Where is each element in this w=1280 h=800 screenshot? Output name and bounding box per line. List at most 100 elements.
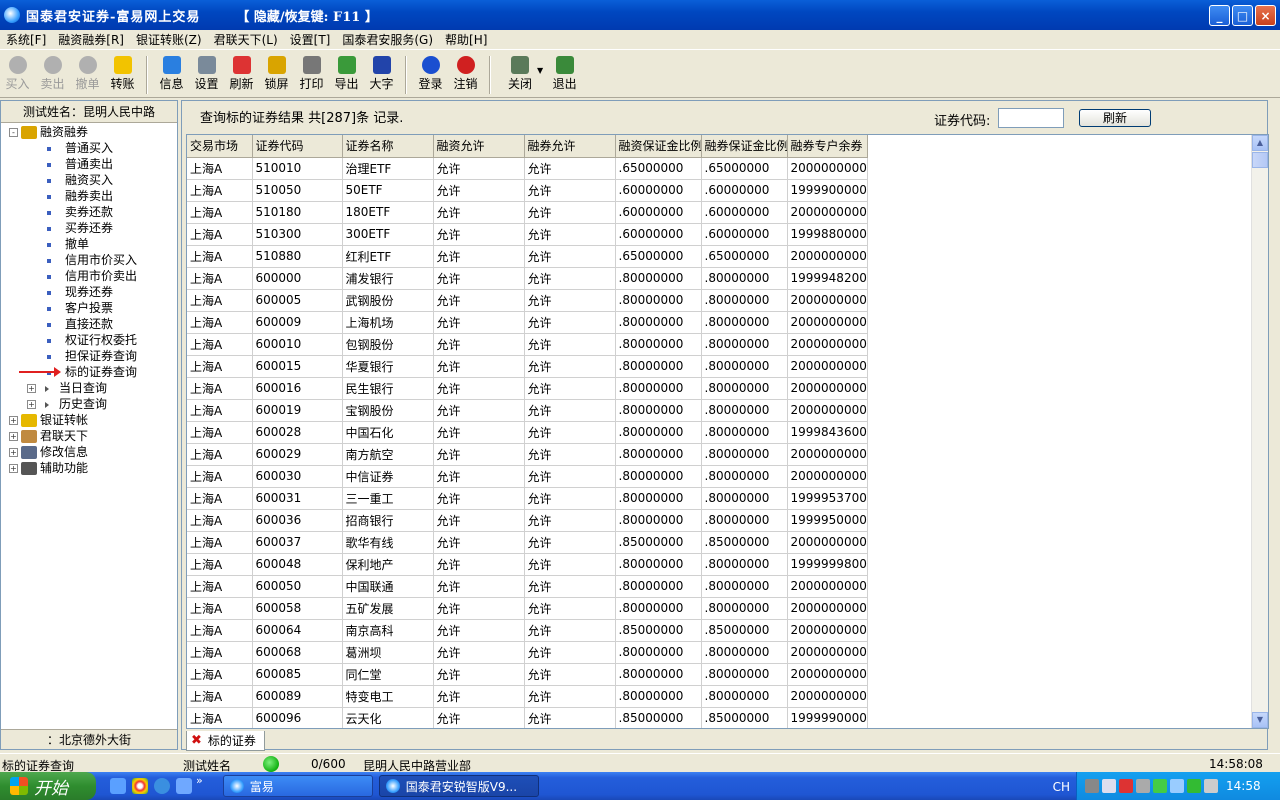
tree-item-11[interactable]: 客户投票 bbox=[1, 300, 177, 316]
table-row[interactable]: 上海A 510050 50ETF 允许 允许 .60000000.60000000 1999… bbox=[187, 179, 868, 202]
table-row[interactable]: 上海A 600050 中国联通 允许 允许 .80000000.80000000 20000… bbox=[187, 575, 868, 598]
toolbar-font-button[interactable]: 大字 bbox=[364, 56, 399, 92]
table-row[interactable]: 上海A 600019 宝钢股份 允许 允许 .80000000.80000000 20000… bbox=[187, 399, 868, 422]
tray-sync-icon[interactable] bbox=[1170, 779, 1184, 793]
table-row[interactable]: 上海A 600037 歌华有线 允许 允许 .85000000.85000000 20000… bbox=[187, 531, 868, 554]
results-grid[interactable]: 交易市场 证券代码 证券名称 融资允许 融券允许 融资保证金比例 融券保证金比例 融券专户余券… bbox=[186, 134, 1269, 729]
table-row[interactable]: 上海A 600058 五矿发展 允许 允许 .80000000.80000000 20000… bbox=[187, 597, 868, 620]
quicklaunch-shield-icon[interactable] bbox=[154, 778, 170, 794]
table-row[interactable]: 上海A 600015 华夏银行 允许 允许 .80000000.80000000 20000… bbox=[187, 355, 868, 378]
column-header[interactable]: 融券允许 bbox=[524, 135, 616, 158]
toolbar-refresh-button[interactable]: 刷新 bbox=[224, 56, 259, 92]
toolbar-print-button[interactable]: 打印 bbox=[294, 56, 329, 92]
tree-item-19[interactable]: + 君联天下 bbox=[1, 428, 177, 444]
table-row[interactable]: 上海A 510180 180ETF 允许 允许 .60000000.60000000 200… bbox=[187, 201, 868, 224]
expand-icon[interactable]: + bbox=[9, 416, 18, 425]
tree-item-3[interactable]: 融资买入 bbox=[1, 172, 177, 188]
menu-item-3[interactable]: 君联天下(L) bbox=[208, 31, 284, 48]
table-row[interactable]: 上海A 510010 治理ETF 允许 允许 .65000000.65000000 2000… bbox=[187, 157, 868, 180]
quicklaunch-app-icon[interactable] bbox=[176, 778, 192, 794]
column-header[interactable]: 证券代码 bbox=[252, 135, 343, 158]
expand-icon[interactable]: + bbox=[27, 384, 36, 393]
column-header[interactable]: 证券名称 bbox=[342, 135, 434, 158]
expand-icon[interactable]: + bbox=[27, 400, 36, 409]
tree-item-4[interactable]: 融券卖出 bbox=[1, 188, 177, 204]
task-fuyi[interactable]: 富易 bbox=[222, 775, 373, 797]
tray-speaker-icon[interactable] bbox=[1136, 779, 1150, 793]
expand-icon[interactable]: + bbox=[9, 464, 18, 473]
menu-item-1[interactable]: 融资融券[R] bbox=[52, 31, 130, 48]
scroll-down-icon[interactable]: ▼ bbox=[1252, 712, 1268, 728]
expand-icon[interactable]: + bbox=[9, 432, 18, 441]
table-row[interactable]: 上海A 600096 云天化 允许 允许 .85000000.85000000 199999… bbox=[187, 707, 868, 728]
table-row[interactable]: 上海A 600089 特变电工 允许 允许 .80000000.80000000 20000… bbox=[187, 685, 868, 708]
task-guotai[interactable]: 国泰君安锐智版V9... bbox=[378, 775, 539, 797]
table-row[interactable]: 上海A 600030 中信证券 允许 允许 .80000000.80000000 20000… bbox=[187, 465, 868, 488]
table-row[interactable]: 上海A 600028 中国石化 允许 允许 .80000000.80000000 19998… bbox=[187, 421, 868, 444]
table-row[interactable]: 上海A 510880 红利ETF 允许 允许 .65000000.65000000 2000… bbox=[187, 245, 868, 268]
toolbar-ie-button[interactable]: 信息 bbox=[154, 56, 189, 92]
column-header[interactable]: 融券专户余券 bbox=[787, 135, 868, 158]
tray-security-icon[interactable] bbox=[1153, 779, 1167, 793]
tree-item-8[interactable]: 信用市价买入 bbox=[1, 252, 177, 268]
column-header[interactable]: 融资保证金比例 bbox=[615, 135, 702, 158]
table-row[interactable]: 上海A 600036 招商银行 允许 允许 .80000000.80000000 19999… bbox=[187, 509, 868, 532]
quicklaunch-chrome-icon[interactable] bbox=[132, 778, 148, 794]
tree-item-9[interactable]: 信用市价卖出 bbox=[1, 268, 177, 284]
tree-item-2[interactable]: 普通卖出 bbox=[1, 156, 177, 172]
tree-item-6[interactable]: 买券还券 bbox=[1, 220, 177, 236]
column-header[interactable]: 融资允许 bbox=[433, 135, 525, 158]
toolbar-dollar-button[interactable]: 转账 bbox=[105, 56, 140, 92]
close-button[interactable]: × bbox=[1255, 5, 1276, 26]
tree-item-17[interactable]: + 历史查询 bbox=[1, 396, 177, 412]
tree-item-7[interactable]: 撤单 bbox=[1, 236, 177, 252]
table-row[interactable]: 上海A 600068 葛洲坝 允许 允许 .80000000.80000000 200000… bbox=[187, 641, 868, 664]
table-row[interactable]: 上海A 510300 300ETF 允许 允许 .60000000.60000000 199… bbox=[187, 223, 868, 246]
tree-item-12[interactable]: 直接还款 bbox=[1, 316, 177, 332]
scroll-up-icon[interactable]: ▲ bbox=[1252, 135, 1268, 151]
table-row[interactable]: 上海A 600064 南京高科 允许 允许 .85000000.85000000 20000… bbox=[187, 619, 868, 642]
tab-target-securities[interactable]: ✖ 标的证券 bbox=[186, 731, 265, 751]
tree-item-1[interactable]: 普通买入 bbox=[1, 140, 177, 156]
ime-indicator[interactable]: CH bbox=[1053, 780, 1070, 794]
tray-clock-app-icon[interactable] bbox=[1204, 779, 1218, 793]
quicklaunch-more-icon[interactable]: » bbox=[196, 774, 203, 787]
table-row[interactable]: 上海A 600031 三一重工 允许 允许 .80000000.80000000 19999… bbox=[187, 487, 868, 510]
tray-app-icon[interactable] bbox=[1187, 779, 1201, 793]
table-row[interactable]: 上海A 600029 南方航空 允许 允许 .80000000.80000000 20000… bbox=[187, 443, 868, 466]
column-header[interactable]: 融券保证金比例 bbox=[701, 135, 788, 158]
toolbar-lock-button[interactable]: 锁屏 bbox=[259, 56, 294, 92]
tree-item-5[interactable]: 卖券还款 bbox=[1, 204, 177, 220]
table-row[interactable]: 上海A 600085 同仁堂 允许 允许 .80000000.80000000 200000… bbox=[187, 663, 868, 686]
menu-item-5[interactable]: 国泰君安服务(G) bbox=[336, 31, 439, 48]
tree-item-21[interactable]: + 辅助功能 bbox=[1, 460, 177, 476]
menu-item-0[interactable]: 系统[F] bbox=[0, 31, 52, 48]
toolbar-exit-button[interactable]: 退出 bbox=[547, 56, 582, 92]
table-row[interactable]: 上海A 600048 保利地产 允许 允许 .80000000.80000000 19999… bbox=[187, 553, 868, 576]
tree-item-20[interactable]: + 修改信息 bbox=[1, 444, 177, 460]
table-row[interactable]: 上海A 600010 包钢股份 允许 允许 .80000000.80000000 20000… bbox=[187, 333, 868, 356]
table-row[interactable]: 上海A 600005 武钢股份 允许 允许 .80000000.80000000 20000… bbox=[187, 289, 868, 312]
refresh-button[interactable]: 刷新 bbox=[1079, 109, 1151, 127]
start-button[interactable]: 开始 bbox=[0, 772, 96, 800]
menu-item-2[interactable]: 银证转账(Z) bbox=[130, 31, 208, 48]
expand-icon[interactable]: + bbox=[9, 448, 18, 457]
tree-item-0[interactable]: - 融资融券 bbox=[1, 124, 177, 140]
toolbar-settings-button[interactable]: 设置 bbox=[189, 56, 224, 92]
vertical-scrollbar[interactable]: ▲ ▼ bbox=[1251, 135, 1268, 728]
title-bar[interactable]: 国泰君安证券-富易网上交易 【 隐藏/恢复键: F11 】 _ □ × bbox=[0, 0, 1280, 30]
quicklaunch-desktop-icon[interactable] bbox=[110, 778, 126, 794]
table-row[interactable]: 上海A 600000 浦发银行 允许 允许 .80000000.80000000 19999… bbox=[187, 267, 868, 290]
tree-item-13[interactable]: 权证行权委托 bbox=[1, 332, 177, 348]
toolbar-logout-button[interactable]: 注销 bbox=[448, 56, 483, 92]
code-input[interactable] bbox=[998, 108, 1064, 128]
toolbar-login-button[interactable]: 登录 bbox=[413, 56, 448, 92]
menu-item-4[interactable]: 设置[T] bbox=[284, 31, 337, 48]
table-row[interactable]: 上海A 600016 民生银行 允许 允许 .80000000.80000000 20000… bbox=[187, 377, 868, 400]
scroll-thumb[interactable] bbox=[1252, 152, 1268, 168]
table-row[interactable]: 上海A 600009 上海机场 允许 允许 .80000000.80000000 20000… bbox=[187, 311, 868, 334]
column-header[interactable]: 交易市场 bbox=[187, 135, 253, 158]
tree-item-10[interactable]: 现券还券 bbox=[1, 284, 177, 300]
collapse-icon[interactable]: - bbox=[9, 128, 18, 137]
close-dropdown-icon[interactable]: ▼ bbox=[537, 66, 543, 75]
